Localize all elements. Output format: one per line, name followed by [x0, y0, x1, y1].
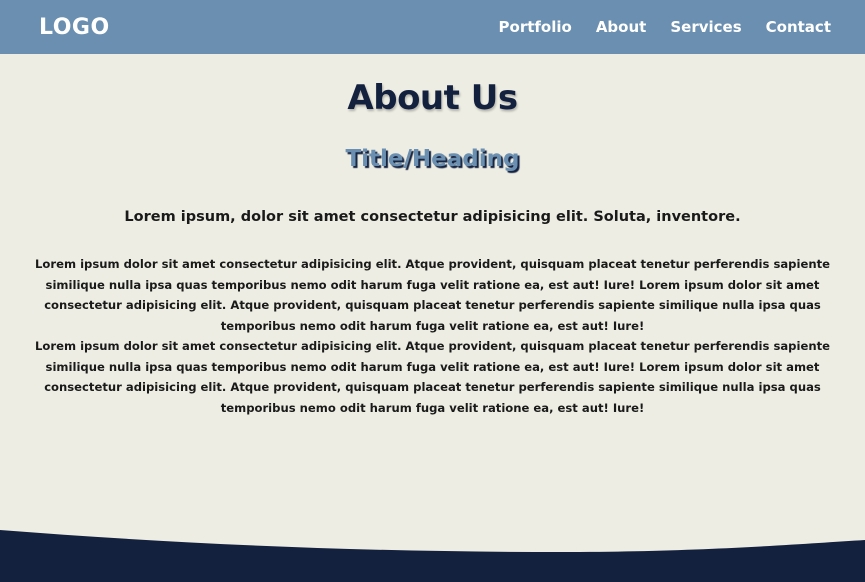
navbar: LOGO Portfolio About Services Contact	[0, 0, 865, 54]
lead-text: Lorem ipsum, dolor sit amet consectetur …	[124, 209, 741, 225]
nav-link-services[interactable]: Services	[670, 18, 741, 36]
wave-shape	[0, 530, 865, 582]
logo[interactable]: LOGO	[39, 15, 110, 40]
nav-link-about[interactable]: About	[596, 18, 647, 36]
body-text: Lorem ipsum dolor sit amet consectetur a…	[22, 254, 843, 418]
nav-link-contact[interactable]: Contact	[766, 18, 831, 36]
section-heading: Title/Heading	[345, 146, 520, 172]
nav-links: Portfolio About Services Contact	[499, 18, 831, 36]
page-title: About Us	[347, 78, 518, 118]
nav-link-portfolio[interactable]: Portfolio	[499, 18, 572, 36]
footer-wave	[0, 530, 865, 582]
paragraph: Lorem ipsum dolor sit amet consectetur a…	[35, 339, 830, 415]
paragraph: Lorem ipsum dolor sit amet consectetur a…	[35, 257, 830, 333]
